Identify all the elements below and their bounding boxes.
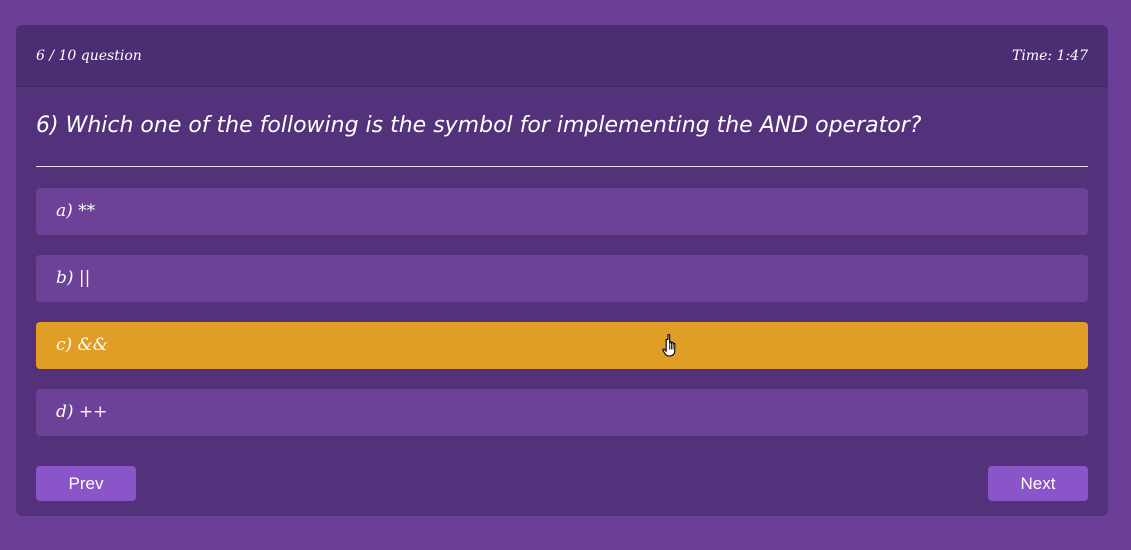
quiz-header: 6 / 10 question Time: 1:47 bbox=[16, 25, 1108, 87]
question-text: 6) Which one of the following is the sym… bbox=[36, 113, 922, 138]
timer: Time: 1:47 bbox=[1012, 48, 1088, 64]
next-button[interactable]: Next bbox=[988, 466, 1088, 501]
prev-button[interactable]: Prev bbox=[36, 466, 136, 501]
option-label: b) || bbox=[56, 268, 91, 288]
divider bbox=[36, 166, 1088, 167]
option-d[interactable]: d) ++ bbox=[36, 389, 1088, 436]
option-c[interactable]: c) && bbox=[36, 322, 1088, 369]
option-a[interactable]: a) ** bbox=[36, 188, 1088, 235]
option-b[interactable]: b) || bbox=[36, 255, 1088, 302]
option-label: d) ++ bbox=[56, 402, 108, 422]
option-label: a) ** bbox=[56, 201, 96, 221]
quiz-card: 6 / 10 question Time: 1:47 6) Which one … bbox=[16, 25, 1108, 516]
question-counter: 6 / 10 question bbox=[36, 48, 142, 64]
option-label: c) && bbox=[56, 335, 108, 355]
